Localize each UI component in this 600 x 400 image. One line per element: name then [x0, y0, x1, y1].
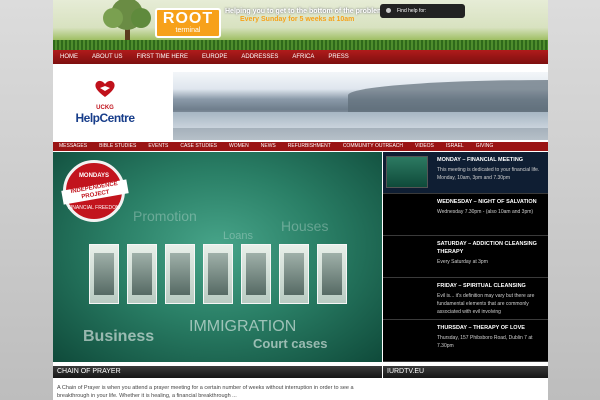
- door-image: [127, 244, 157, 304]
- find-help-dropdown[interactable]: Find help for:: [380, 4, 465, 18]
- sub-nav: MESSAGES BIBLE STUDIES EVENTS CASE STUDI…: [53, 142, 548, 151]
- door-image: [241, 244, 271, 304]
- event-title: THURSDAY – THERAPY OF LOVE: [437, 325, 525, 331]
- hero-word-immigration: IMMIGRATION: [189, 318, 297, 335]
- brand-name: HelpCentre: [75, 111, 135, 125]
- doors-row: [89, 244, 347, 304]
- hero-word-houses: Houses: [281, 218, 329, 234]
- event-text: Evil is... it's definition may vary but …: [437, 293, 535, 315]
- hero-slide[interactable]: MONDAYS INDEPENDENCE PROJECT FINANCIAL F…: [53, 152, 382, 362]
- event-title: WEDNESDAY – NIGHT OF SALVATION: [437, 199, 537, 205]
- subnav-item-case-studies[interactable]: CASE STUDIES: [174, 142, 223, 151]
- badge-title: INDEPENDENCE PROJECT: [61, 179, 129, 205]
- promo-banner[interactable]: ROOT terminal Helping you to get to the …: [53, 0, 548, 50]
- banner-tagline: Helping you to get to the bottom of the …: [225, 8, 386, 15]
- nav-item-press[interactable]: PRESS: [321, 50, 355, 64]
- badge-subtitle: FINANCIAL FREEDOM: [67, 205, 121, 211]
- subnav-item-giving[interactable]: GIVING: [470, 142, 500, 151]
- subnav-item-community-outreach[interactable]: COMMUNITY OUTREACH: [337, 142, 409, 151]
- heart-dove-icon: [95, 80, 115, 97]
- event-text: Wednesday 7.30pm - (also 10am and 3pm): [437, 209, 534, 215]
- events-list: MONDAY – FINANCIAL MEETING This meeting …: [383, 152, 548, 362]
- event-item-monday[interactable]: MONDAY – FINANCIAL MEETING This meeting …: [383, 152, 548, 194]
- door-image: [317, 244, 347, 304]
- event-title: SATURDAY – ADDICTION CLEANSING THERAPY: [437, 241, 537, 255]
- event-text: This meeting is dedicated to your financ…: [437, 167, 540, 181]
- grass-decoration: [53, 40, 548, 50]
- main-nav: HOME ABOUT US FIRST TIME HERE EUROPE ADD…: [53, 50, 548, 64]
- root-terminal-logo[interactable]: ROOT terminal: [155, 8, 221, 38]
- door-image: [279, 244, 309, 304]
- event-item-thursday[interactable]: THURSDAY – THERAPY OF LOVE Thursday, 157…: [383, 320, 548, 362]
- door-image: [203, 244, 233, 304]
- event-item-saturday[interactable]: SATURDAY – ADDICTION CLEANSING THERAPY E…: [383, 236, 548, 278]
- site-header: UCKG HelpCentre: [53, 72, 548, 140]
- door-image: [165, 244, 195, 304]
- event-item-wednesday[interactable]: WEDNESDAY – NIGHT OF SALVATION Wednesday…: [383, 194, 548, 236]
- hero-word-promotion: Promotion: [133, 208, 197, 224]
- door-image: [89, 244, 119, 304]
- nav-item-first-time-here[interactable]: FIRST TIME HERE: [130, 50, 195, 64]
- nav-item-europe[interactable]: EUROPE: [195, 50, 234, 64]
- nav-item-about-us[interactable]: ABOUT US: [85, 50, 130, 64]
- subnav-item-refurbishment[interactable]: REFURBISHMENT: [282, 142, 337, 151]
- hero-word-court-cases: Court cases: [253, 336, 328, 351]
- logo-sub-text: terminal: [175, 27, 201, 34]
- chain-of-prayer-header[interactable]: CHAIN OF PRAYER: [53, 366, 382, 378]
- event-thumbnail: [386, 156, 428, 188]
- nav-item-addresses[interactable]: ADDRESSES: [234, 50, 285, 64]
- radio-dot-icon: [386, 8, 391, 13]
- event-title: MONDAY – FINANCIAL MEETING: [437, 157, 524, 163]
- banner-schedule: Every Sunday for 5 weeks at 10am: [240, 16, 355, 23]
- subnav-item-news[interactable]: NEWS: [255, 142, 282, 151]
- event-title: FRIDAY – SPIRITUAL CLEANSING: [437, 283, 526, 289]
- logo-main-text: ROOT: [162, 10, 214, 27]
- subnav-item-bible-studies[interactable]: BIBLE STUDIES: [93, 142, 142, 151]
- uckg-logo[interactable]: UCKG HelpCentre: [65, 80, 145, 135]
- chain-of-prayer-text: A Chain of Prayer is when you attend a p…: [57, 385, 354, 399]
- subnav-item-events[interactable]: EVENTS: [142, 142, 174, 151]
- bay-shape: [173, 112, 548, 128]
- subnav-item-israel[interactable]: ISRAEL: [440, 142, 470, 151]
- event-text: Every Saturday at 3pm: [437, 259, 488, 265]
- nav-item-home[interactable]: HOME: [53, 50, 85, 64]
- subnav-item-women[interactable]: WOMEN: [223, 142, 255, 151]
- subnav-item-videos[interactable]: VIDEOS: [409, 142, 440, 151]
- nav-item-africa[interactable]: AFRICA: [285, 50, 321, 64]
- badge-day: MONDAYS: [78, 173, 110, 179]
- header-photo: [173, 72, 548, 140]
- page: ROOT terminal Helping you to get to the …: [53, 0, 548, 400]
- event-item-friday[interactable]: FRIDAY – SPIRITUAL CLEANSING Evil is... …: [383, 278, 548, 320]
- independence-project-badge: MONDAYS INDEPENDENCE PROJECT FINANCIAL F…: [61, 160, 129, 222]
- hero-word-business: Business: [83, 328, 155, 345]
- find-help-label: Find help for:: [397, 8, 427, 14]
- event-text: Thursday, 157 Phibsboro Road, Dublin 7 a…: [437, 335, 533, 349]
- iurdtv-header[interactable]: IURDTV.EU: [383, 366, 548, 378]
- hero-word-loans: Loans: [223, 230, 253, 242]
- subnav-item-messages[interactable]: MESSAGES: [53, 142, 93, 151]
